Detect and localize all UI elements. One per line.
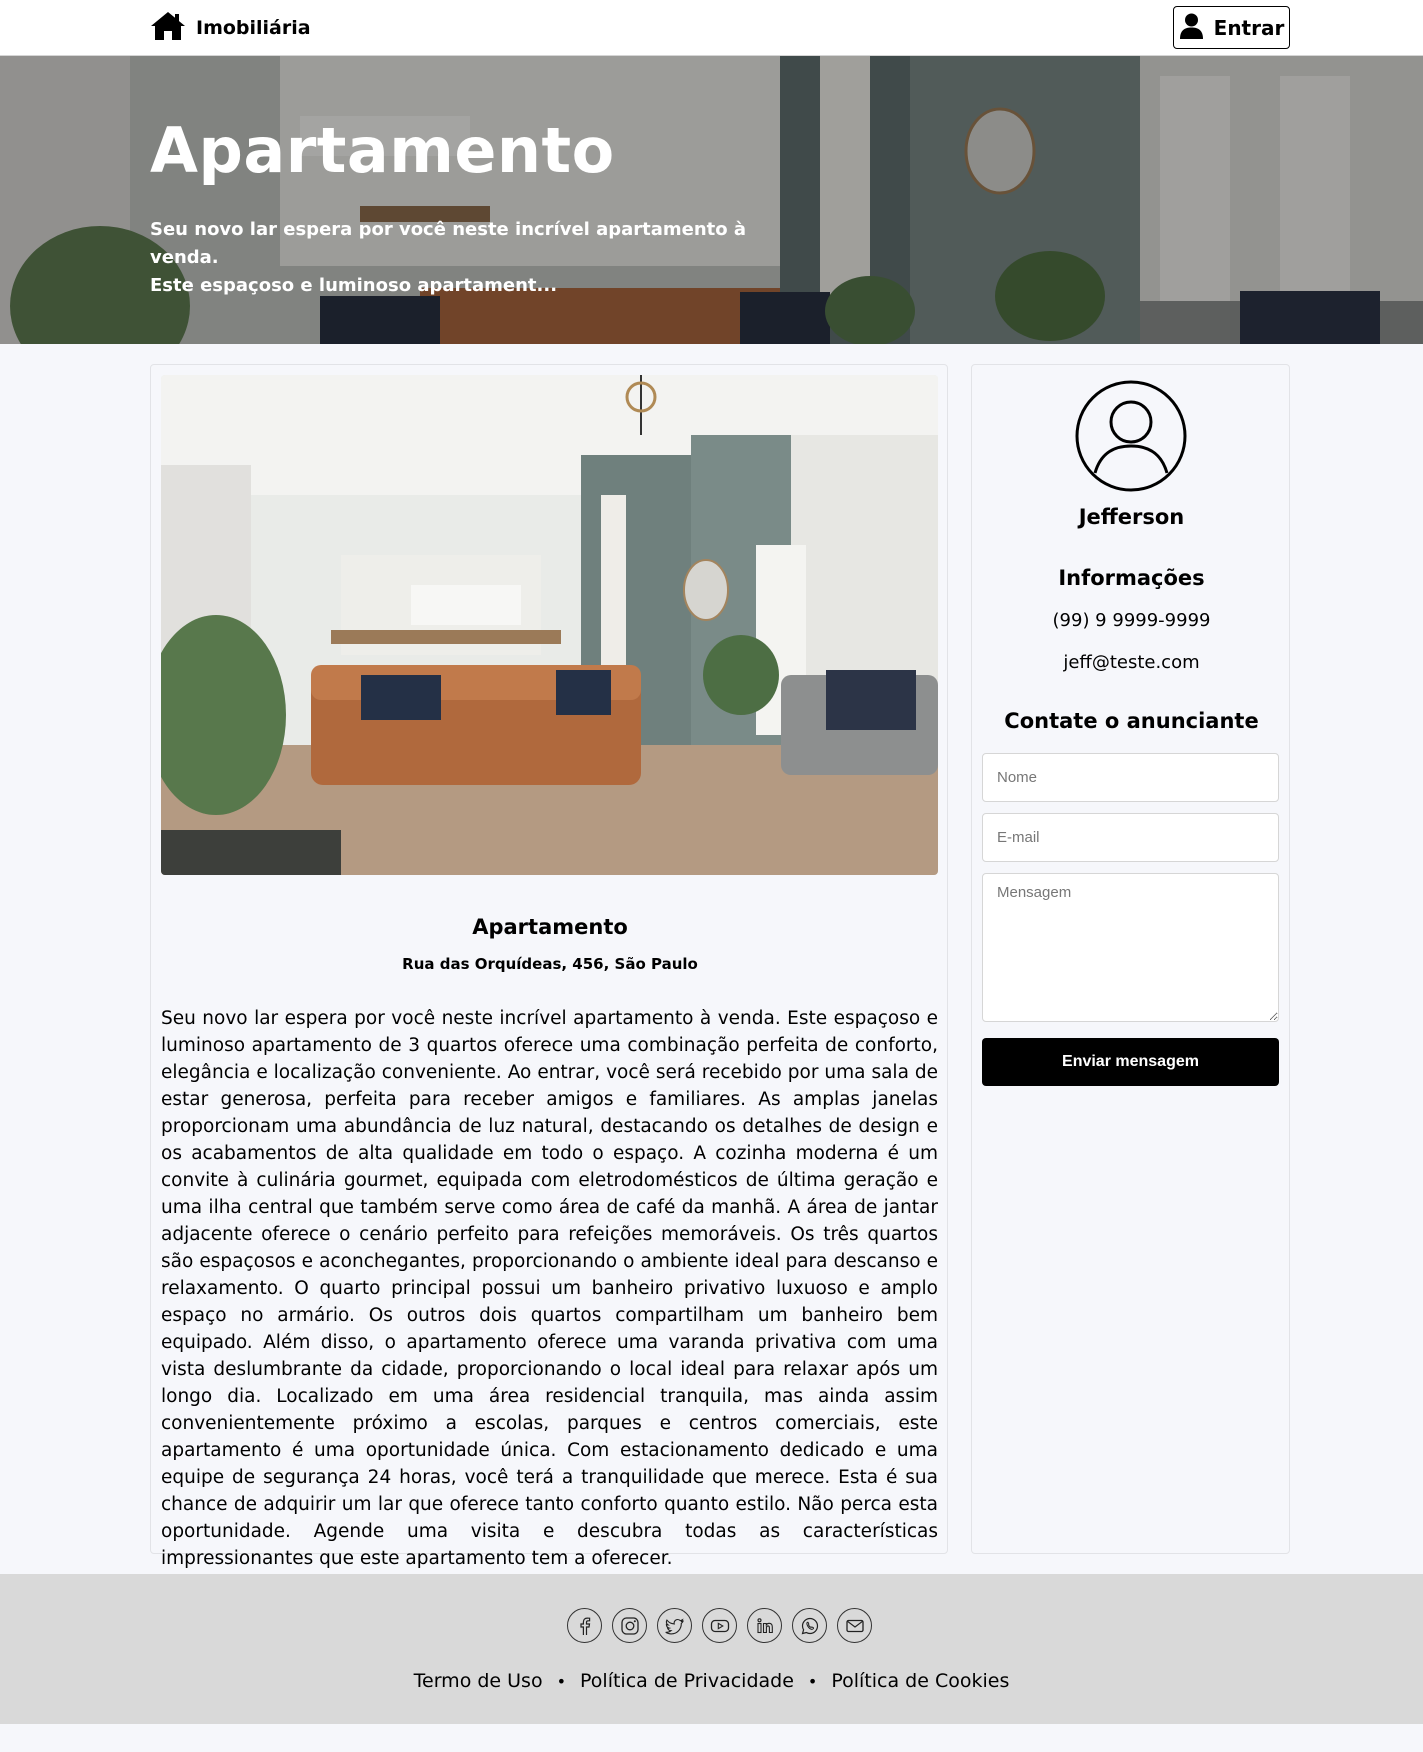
hero-summary-line-2: Este espaçoso e luminoso apartament... — [150, 275, 558, 296]
privacy-policy-link[interactable]: Política de Privacidade — [580, 1670, 794, 1692]
property-photo — [161, 375, 938, 875]
whatsapp-icon[interactable] — [792, 1608, 827, 1643]
login-button[interactable]: Entrar — [1173, 6, 1290, 49]
house-icon — [150, 11, 186, 45]
social-links — [567, 1608, 872, 1643]
hero-summary-line-1: Seu novo lar espera por você neste incrí… — [150, 219, 747, 268]
send-message-button[interactable]: Enviar mensagem — [982, 1038, 1279, 1086]
hero-summary: Seu novo lar espera por você neste incrí… — [150, 216, 790, 300]
facebook-icon[interactable] — [567, 1608, 602, 1643]
contact-heading: Contate o anunciante — [1004, 709, 1259, 733]
brand-label: Imobiliária — [196, 17, 311, 39]
hero-overlay — [0, 56, 1423, 344]
hero-title: Apartamento — [150, 114, 615, 187]
name-input[interactable] — [982, 753, 1279, 802]
user-circle-icon — [1075, 380, 1187, 492]
property-card: Apartamento Rua das Orquídeas, 456, São … — [150, 364, 948, 1569]
login-label: Entrar — [1213, 15, 1285, 40]
linkedin-icon[interactable] — [747, 1608, 782, 1643]
terms-of-use-link[interactable]: Termo de Uso — [414, 1670, 543, 1692]
agent-sidebar: Jefferson Informações (99) 9 9999-9999 j… — [971, 364, 1290, 1554]
user-icon — [1179, 13, 1204, 43]
message-textarea[interactable] — [982, 873, 1279, 1022]
footer: Termo de Uso • Política de Privacidade •… — [0, 1574, 1423, 1724]
separator: • — [807, 1671, 818, 1691]
email-icon[interactable] — [837, 1608, 872, 1643]
info-heading: Informações — [1058, 566, 1205, 590]
hero-banner: Apartamento Seu novo lar espera por você… — [0, 56, 1423, 344]
agent-phone: (99) 9 9999-9999 — [1052, 610, 1211, 631]
email-input[interactable] — [982, 813, 1279, 862]
brand-link[interactable]: Imobiliária — [150, 11, 311, 45]
twitter-icon[interactable] — [657, 1608, 692, 1643]
navbar: Imobiliária Entrar — [0, 0, 1423, 56]
property-description: Seu novo lar espera por você neste incrí… — [161, 1008, 938, 1569]
agent-email: jeff@teste.com — [1063, 652, 1200, 673]
footer-links: Termo de Uso • Política de Privacidade •… — [0, 1670, 1423, 1692]
cookie-policy-link[interactable]: Política de Cookies — [831, 1670, 1009, 1692]
agent-name: Jefferson — [1078, 505, 1185, 529]
separator: • — [556, 1671, 567, 1691]
property-title: Apartamento — [472, 915, 628, 939]
youtube-icon[interactable] — [702, 1608, 737, 1643]
instagram-icon[interactable] — [612, 1608, 647, 1643]
property-address: Rua das Orquídeas, 456, São Paulo — [402, 955, 698, 973]
